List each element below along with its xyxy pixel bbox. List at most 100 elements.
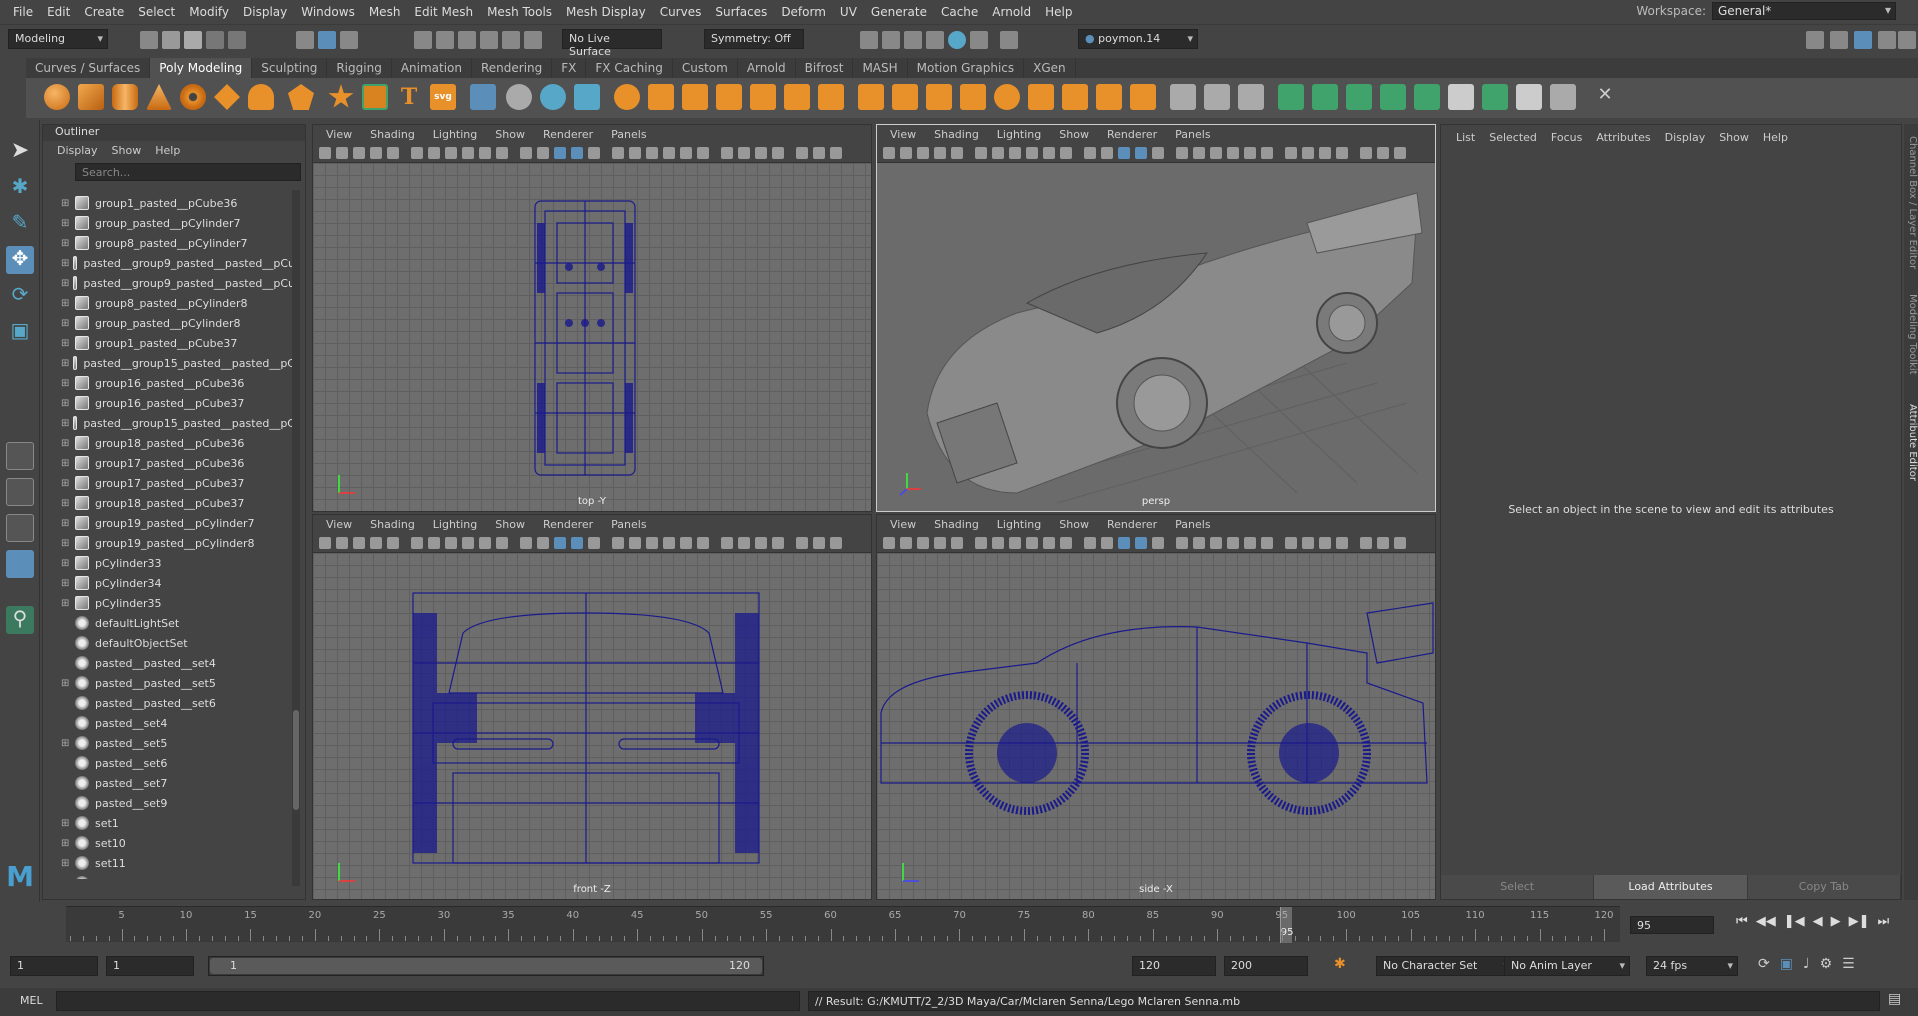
gamma-icon[interactable] bbox=[1377, 537, 1389, 549]
grid-tool-icon[interactable] bbox=[470, 84, 496, 110]
depth-of-field-icon[interactable] bbox=[1261, 537, 1273, 549]
camera-attrs-icon[interactable] bbox=[336, 147, 348, 159]
field-chart-icon[interactable] bbox=[462, 537, 474, 549]
menu-mesh-tools[interactable]: Mesh Tools bbox=[480, 5, 559, 19]
resolution-gate-icon[interactable] bbox=[992, 537, 1004, 549]
attr-menu-selected[interactable]: Selected bbox=[1482, 131, 1544, 144]
xray-joints-icon[interactable] bbox=[755, 537, 767, 549]
type-text-icon[interactable]: T bbox=[396, 84, 422, 110]
film-gate-icon[interactable] bbox=[411, 147, 423, 159]
command-input[interactable] bbox=[56, 991, 800, 1011]
outliner-layout-icon[interactable] bbox=[6, 550, 34, 578]
paint-select-icon[interactable]: ✎ bbox=[6, 210, 34, 238]
gate-mask-icon[interactable] bbox=[445, 147, 457, 159]
close-shelf-icon[interactable]: ✕ bbox=[1592, 84, 1618, 110]
select-tool-icon[interactable]: ➤ bbox=[6, 138, 34, 166]
poly-disc-icon[interactable] bbox=[248, 84, 274, 110]
step-forward-frame-icon[interactable]: ▶❚ bbox=[1849, 914, 1870, 929]
shelf-tab-curves-surfaces[interactable]: Curves / Surfaces bbox=[26, 58, 151, 78]
separate-icon[interactable] bbox=[648, 84, 674, 110]
snap-grid-icon[interactable] bbox=[414, 31, 432, 49]
viewport-menu-lighting[interactable]: Lighting bbox=[988, 518, 1050, 531]
outliner-row[interactable]: ⊞ pasted__pasted__set5 bbox=[43, 673, 295, 693]
rotate-tool-icon[interactable]: ⟳ bbox=[6, 282, 34, 310]
anti-aliasing-icon[interactable] bbox=[1244, 537, 1256, 549]
outliner-menu-display[interactable]: Display bbox=[57, 144, 98, 157]
bridge-icon[interactable] bbox=[892, 84, 918, 110]
camera-select-icon[interactable] bbox=[319, 147, 331, 159]
uv-spherical-icon[interactable] bbox=[1346, 84, 1372, 110]
play-backwards-icon[interactable]: ◀ bbox=[1813, 914, 1823, 929]
outliner-row[interactable]: ⊞ group8_pasted__pCylinder7 bbox=[43, 233, 295, 253]
default-material-icon[interactable] bbox=[1118, 147, 1130, 159]
preferences-icon[interactable]: ☰ bbox=[1842, 956, 1855, 972]
expand-icon[interactable]: ⊞ bbox=[61, 598, 71, 609]
motion-blur-icon[interactable] bbox=[663, 147, 675, 159]
default-material-icon[interactable] bbox=[554, 147, 566, 159]
step-back-frame-icon[interactable]: ❚◀ bbox=[1784, 914, 1805, 929]
viewport-menu-panels[interactable]: Panels bbox=[602, 128, 655, 141]
expand-icon[interactable]: ⊞ bbox=[61, 258, 69, 269]
expand-icon[interactable]: ⊞ bbox=[61, 538, 71, 549]
default-material-icon[interactable] bbox=[1118, 537, 1130, 549]
viewport-menu-view[interactable]: View bbox=[881, 518, 925, 531]
sound-icon[interactable]: ♩ bbox=[1803, 956, 1810, 972]
menu-create[interactable]: Create bbox=[77, 5, 131, 19]
reduce-icon[interactable] bbox=[784, 84, 810, 110]
svg-icon[interactable]: svg bbox=[430, 84, 456, 110]
menu-help[interactable]: Help bbox=[1038, 5, 1079, 19]
outliner-row[interactable]: ⊞ group16_pasted__pCube37 bbox=[43, 393, 295, 413]
menu-edit-mesh[interactable]: Edit Mesh bbox=[407, 5, 480, 19]
shadows-icon[interactable] bbox=[1193, 147, 1205, 159]
time-slider[interactable]: 95 5 10 15 20 25 30 35 40 45 50 55 60 65 70 75 80 85 90 95… bbox=[66, 906, 1620, 943]
xray-components-icon[interactable] bbox=[772, 147, 784, 159]
step-back-key-icon[interactable]: ◀◀ bbox=[1756, 914, 1776, 929]
viewport-menu-lighting[interactable]: Lighting bbox=[424, 518, 486, 531]
uv-cut-icon[interactable] bbox=[1482, 84, 1508, 110]
select-object-icon[interactable] bbox=[318, 31, 336, 49]
field-chart-icon[interactable] bbox=[462, 147, 474, 159]
anim-layer-dropdown[interactable]: No Anim Layer bbox=[1504, 956, 1630, 976]
outliner-row[interactable]: ⊞ group_pasted__pCylinder8 bbox=[43, 313, 295, 333]
anti-aliasing-icon[interactable] bbox=[680, 147, 692, 159]
menu-display[interactable]: Display bbox=[236, 5, 294, 19]
textured-icon[interactable] bbox=[1152, 537, 1164, 549]
select-hierarchy-icon[interactable] bbox=[296, 31, 314, 49]
expand-icon[interactable]: ⊞ bbox=[61, 338, 71, 349]
field-chart-icon[interactable] bbox=[1026, 147, 1038, 159]
outliner-row[interactable]: ⊞ set1 bbox=[43, 813, 295, 833]
wireframe-icon[interactable] bbox=[520, 537, 532, 549]
viewport-front[interactable]: View Shading Lighting Show Renderer Panels bbox=[312, 514, 872, 900]
copy-tab-button[interactable]: Copy Tab bbox=[1747, 875, 1901, 899]
xray-components-icon[interactable] bbox=[772, 537, 784, 549]
menu-windows[interactable]: Windows bbox=[294, 5, 362, 19]
viewport-side[interactable]: View Shading Lighting Show Renderer Panels si… bbox=[876, 514, 1436, 900]
outliner-row[interactable]: ⊞ group16_pasted__pCube36 bbox=[43, 373, 295, 393]
live-surface-field[interactable]: No Live Surface bbox=[562, 29, 662, 58]
isolate-select-icon[interactable] bbox=[721, 147, 733, 159]
viewport-menu-lighting[interactable]: Lighting bbox=[988, 128, 1050, 141]
uv-planar-icon[interactable] bbox=[1278, 84, 1304, 110]
outliner-row[interactable]: ⊞ pasted__group15_pasted__pasted__pC bbox=[43, 413, 295, 433]
undo-icon[interactable] bbox=[206, 31, 224, 49]
menu-uv[interactable]: UV bbox=[833, 5, 864, 19]
menu-mesh-display[interactable]: Mesh Display bbox=[559, 5, 653, 19]
attr-menu-focus[interactable]: Focus bbox=[1544, 131, 1589, 144]
gate-mask-icon[interactable] bbox=[445, 537, 457, 549]
bookmark-icon[interactable] bbox=[917, 147, 929, 159]
viewport-menu-view[interactable]: View bbox=[317, 128, 361, 141]
wireframe-icon[interactable] bbox=[1084, 147, 1096, 159]
smooth-shade-icon[interactable] bbox=[1101, 537, 1113, 549]
toggle-channel-box-icon[interactable] bbox=[1878, 31, 1896, 49]
ambient-occlusion-icon[interactable] bbox=[646, 147, 658, 159]
multi-cut-icon[interactable] bbox=[1170, 84, 1196, 110]
shelf-tab-sculpting[interactable]: Sculpting bbox=[252, 58, 328, 78]
expand-icon[interactable]: ⊞ bbox=[61, 318, 71, 329]
use-lights-icon[interactable] bbox=[1176, 537, 1188, 549]
shelf-tab-fx-caching[interactable]: FX Caching bbox=[586, 58, 673, 78]
outliner-row[interactable]: pasted__set7 bbox=[43, 773, 295, 793]
vertex-tool-icon[interactable] bbox=[540, 84, 566, 110]
merge-icon[interactable] bbox=[1028, 84, 1054, 110]
expand-icon[interactable]: ⊞ bbox=[61, 498, 71, 509]
append-polygon-icon[interactable] bbox=[960, 84, 986, 110]
